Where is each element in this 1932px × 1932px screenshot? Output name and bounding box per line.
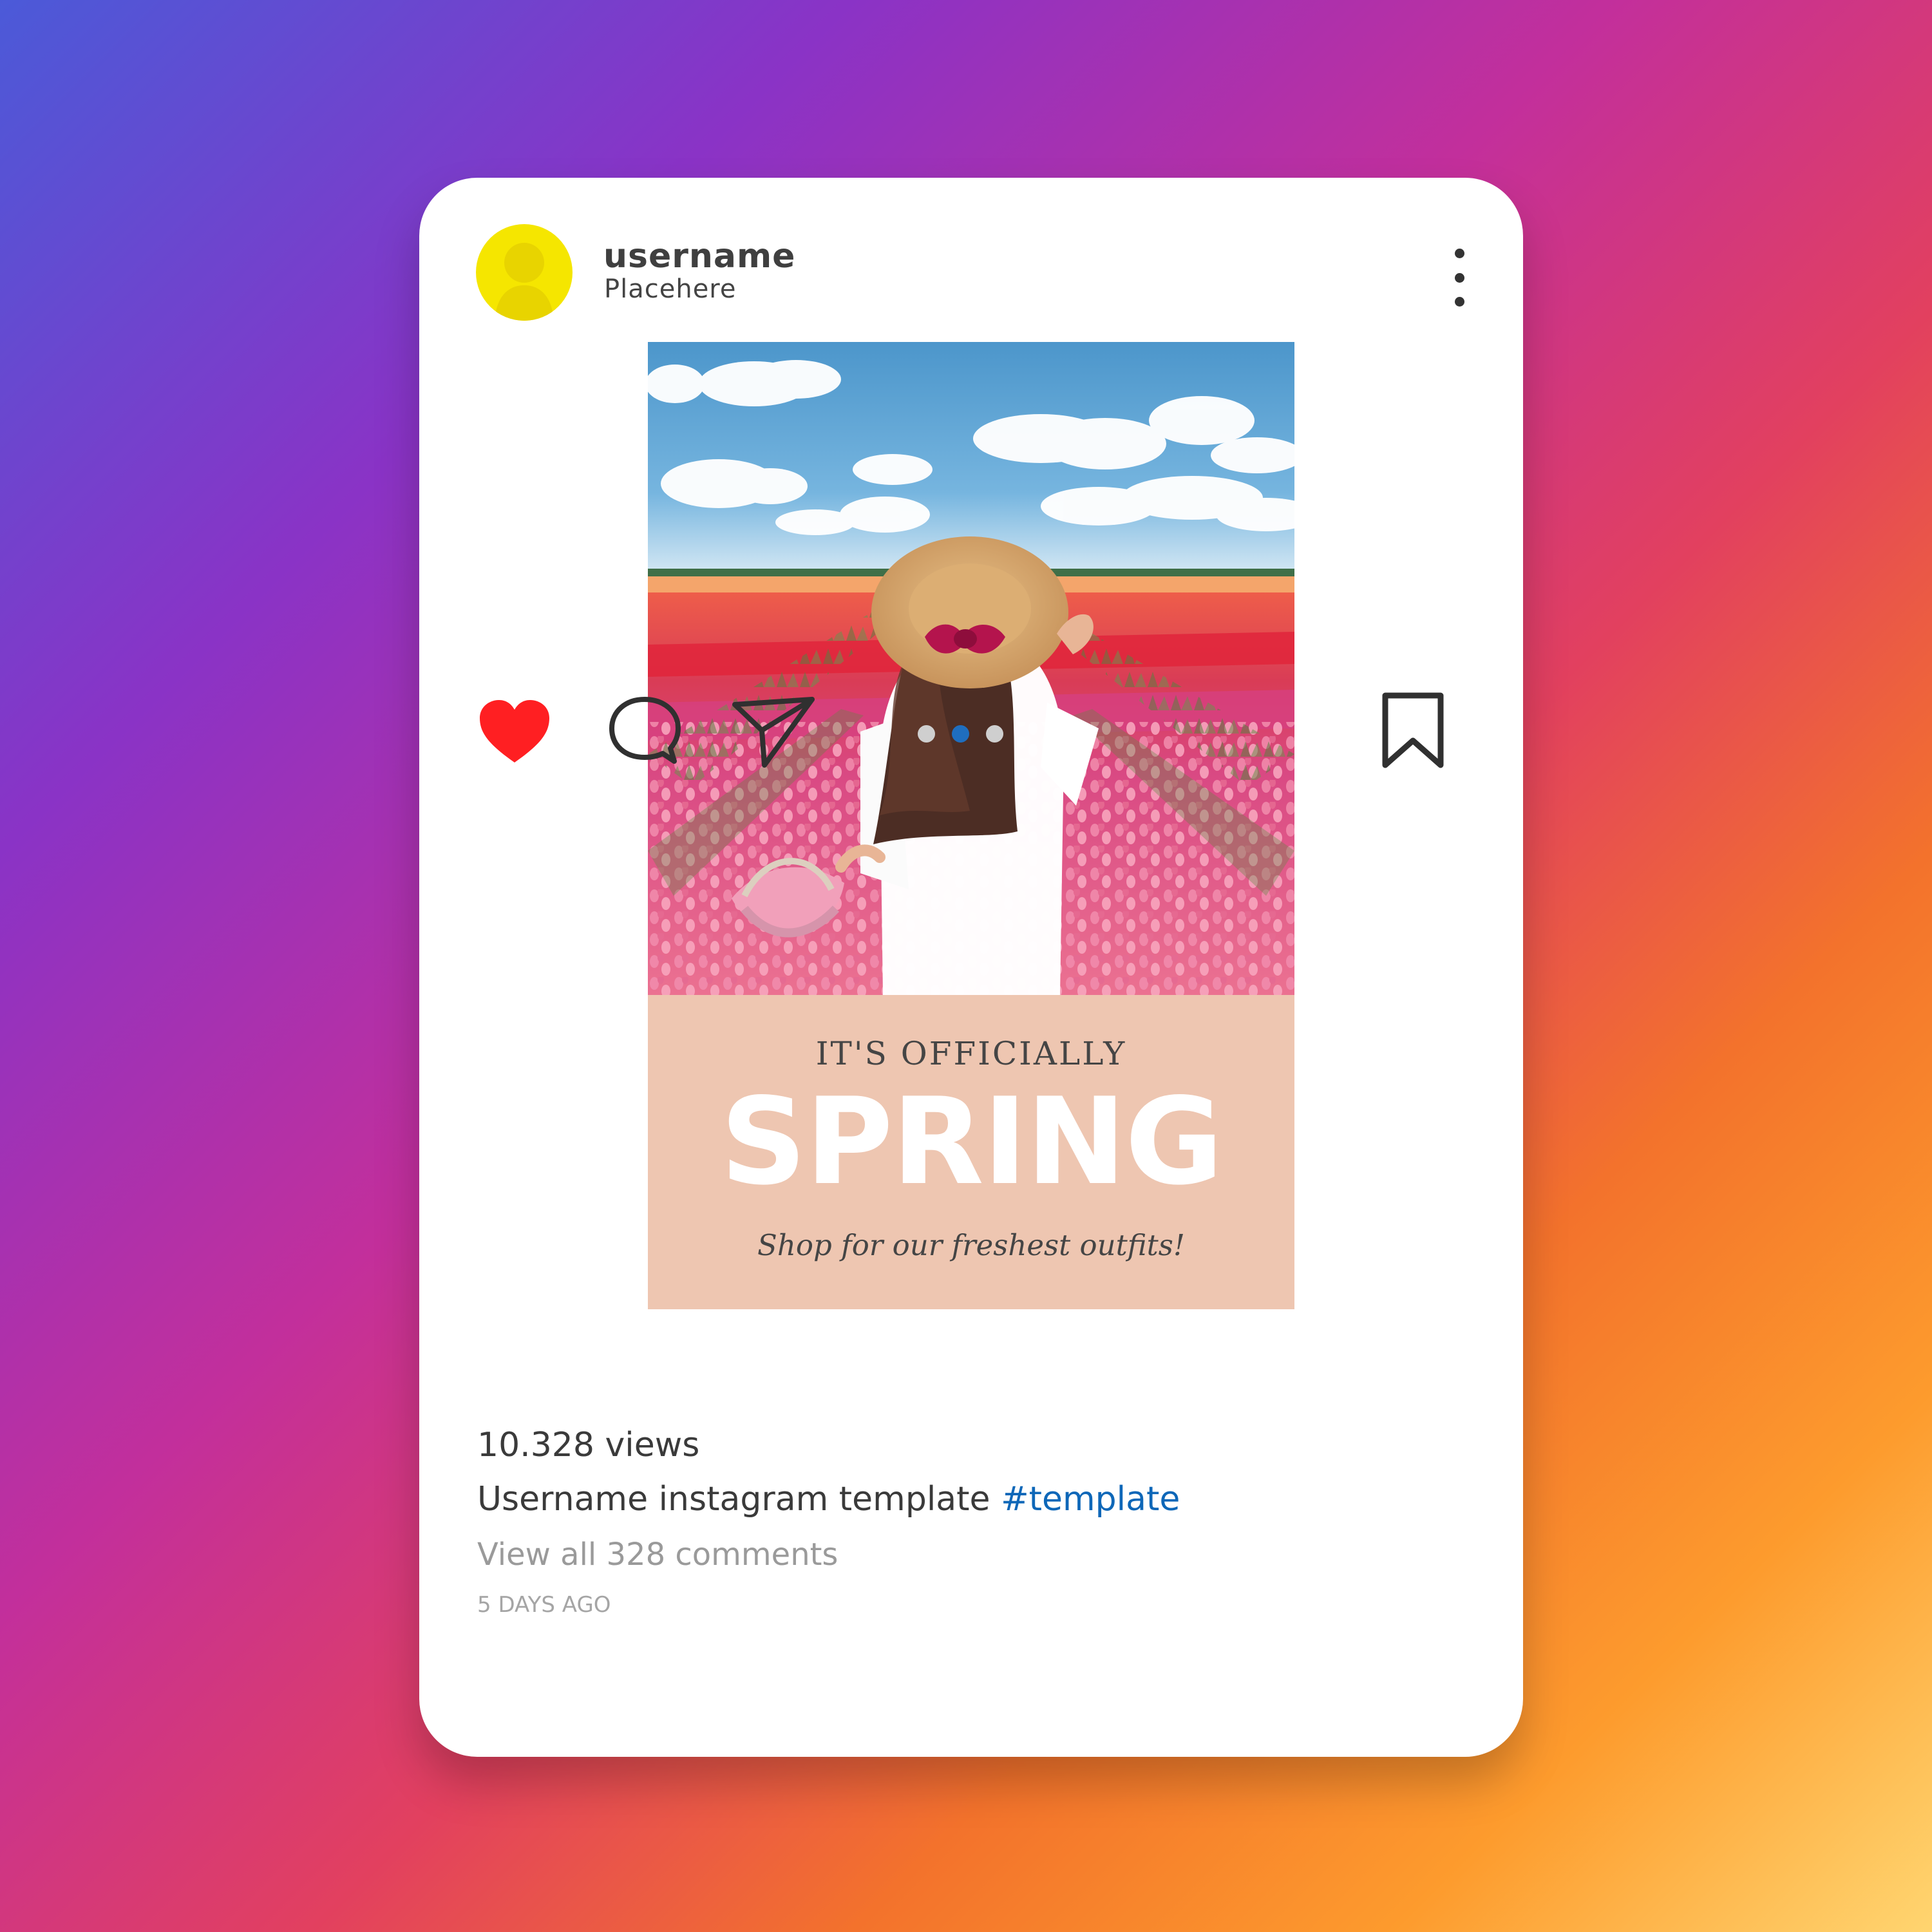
caption-username[interactable]: Username	[477, 1480, 648, 1519]
more-vertical-icon	[1454, 272, 1464, 283]
post-location[interactable]: Placehere	[604, 274, 736, 304]
caption-hashtag[interactable]: #template	[1001, 1480, 1180, 1519]
view-comments-link[interactable]: View all 328 comments	[477, 1537, 838, 1573]
more-vertical-icon	[1454, 249, 1464, 258]
promo-banner: IT'S OFFICIALLY SPRING Shop for our fres…	[648, 995, 1294, 1309]
promo-kicker: IT'S OFFICIALLY	[815, 1035, 1127, 1072]
carousel-dot[interactable]	[918, 724, 935, 743]
post-timestamp: 5 DAYS AGO	[477, 1592, 611, 1618]
promo-headline: SPRING	[720, 1072, 1223, 1211]
carousel-indicator	[918, 724, 1008, 743]
send-icon	[732, 697, 815, 768]
share-button[interactable]	[731, 693, 816, 770]
comment-button[interactable]	[606, 693, 683, 770]
instagram-post-card: username Placehere IT'S OFFICIALLY SPRIN…	[419, 178, 1523, 1757]
comment-icon	[609, 697, 681, 764]
like-button[interactable]	[476, 698, 553, 769]
carousel-dot[interactable]	[986, 724, 1003, 743]
spring-tulip-field-photo	[648, 342, 1294, 995]
heart-icon	[480, 700, 549, 762]
post-media[interactable]: IT'S OFFICIALLY SPRING Shop for our fres…	[648, 342, 1294, 1309]
post-caption: Username instagram template #template	[477, 1480, 1180, 1519]
bookmark-icon	[1382, 692, 1444, 768]
save-button[interactable]	[1378, 692, 1448, 770]
promo-tagline: Shop for our freshest outfits!	[757, 1228, 1185, 1262]
more-options-button[interactable]	[1446, 242, 1472, 313]
user-avatar-icon	[495, 243, 554, 321]
user-avatar[interactable]	[476, 224, 573, 321]
more-vertical-icon	[1454, 297, 1464, 307]
caption-text: instagram template	[658, 1480, 990, 1519]
views-count: 10.328 views	[477, 1426, 700, 1464]
carousel-dot-active[interactable]	[952, 724, 969, 743]
post-username[interactable]: username	[603, 237, 795, 276]
